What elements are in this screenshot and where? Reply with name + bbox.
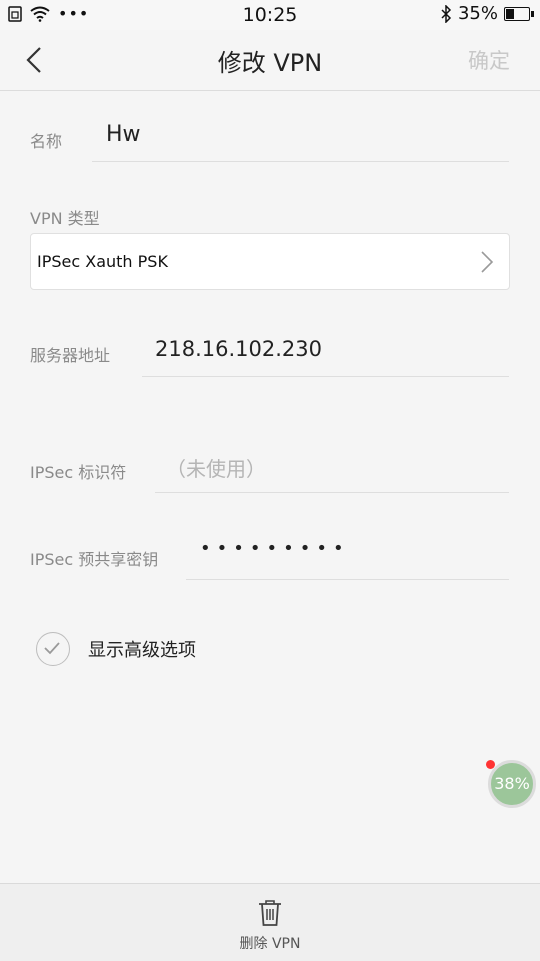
- name-underline: [92, 161, 509, 162]
- vpn-type-value: IPSec Xauth PSK: [37, 252, 168, 271]
- battery-icon: [504, 6, 534, 21]
- psk-input[interactable]: •••••••••: [200, 538, 350, 559]
- vpn-type-label: VPN 类型: [30, 209, 100, 228]
- delete-vpn-label: 删除 VPN: [239, 936, 301, 952]
- psk-underline: [186, 579, 509, 580]
- advanced-options-checkbox[interactable]: [36, 632, 70, 666]
- advanced-options-label[interactable]: 显示高级选项: [88, 636, 196, 662]
- psk-label: IPSec 预共享密钥: [30, 550, 159, 569]
- check-icon: [44, 642, 60, 655]
- battery-fill: [506, 8, 514, 19]
- delete-vpn-button[interactable]: 删除 VPN: [225, 884, 315, 961]
- status-bar: ••• 10:25 35%: [0, 0, 540, 30]
- bottom-action-bar: 删除 VPN: [0, 883, 540, 961]
- bluetooth-icon: [441, 4, 452, 23]
- ipsec-id-underline: [155, 492, 509, 493]
- server-underline: [142, 376, 509, 377]
- status-right-icons: 35%: [440, 3, 534, 24]
- notification-dot: [486, 760, 495, 769]
- confirm-button[interactable]: 确定: [468, 45, 510, 75]
- server-label: 服务器地址: [30, 346, 111, 365]
- ipsec-id-label: IPSec 标识符: [30, 463, 127, 482]
- chevron-right-icon: [481, 251, 494, 273]
- navbar: 修改 VPN 确定: [0, 30, 540, 91]
- name-label: 名称: [30, 132, 63, 151]
- battery-percent: 35%: [457, 3, 498, 24]
- page-title: 修改 VPN: [217, 49, 323, 77]
- name-input[interactable]: Hw: [106, 122, 141, 147]
- trash-icon: [259, 900, 281, 926]
- floating-assistant-ball[interactable]: 38%: [488, 760, 536, 808]
- vpn-type-select[interactable]: IPSec Xauth PSK: [30, 233, 510, 290]
- ipsec-id-input[interactable]: （未使用）: [166, 453, 266, 482]
- server-input[interactable]: 218.16.102.230: [155, 337, 322, 361]
